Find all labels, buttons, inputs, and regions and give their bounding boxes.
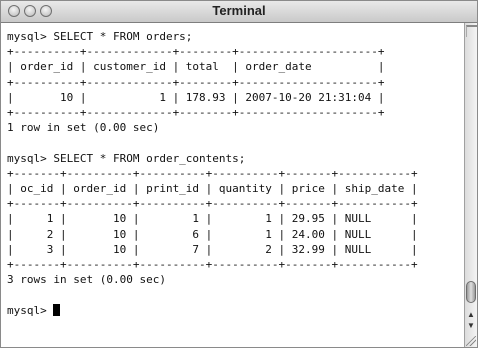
window-title: Terminal	[212, 3, 266, 18]
resize-grip-icon[interactable]	[466, 336, 476, 346]
vertical-scrollbar[interactable]: ▲ ▼	[464, 23, 477, 347]
terminal-content[interactable]: mysql> SELECT * FROM orders; +----------…	[1, 23, 464, 347]
scrollbar-track-top	[466, 25, 477, 37]
scrollbar-thumb[interactable]	[466, 281, 476, 303]
text-cursor	[53, 303, 61, 316]
scroll-down-arrow-icon[interactable]: ▼	[467, 321, 475, 331]
terminal-window: Terminal mysql> SELECT * FROM orders; +-…	[0, 0, 478, 348]
terminal-prompt: mysql>	[7, 303, 54, 317]
title-bar[interactable]: Terminal	[1, 1, 477, 23]
scroll-up-arrow-icon[interactable]: ▲	[467, 310, 475, 320]
terminal-output: mysql> SELECT * FROM orders; +----------…	[7, 30, 418, 287]
